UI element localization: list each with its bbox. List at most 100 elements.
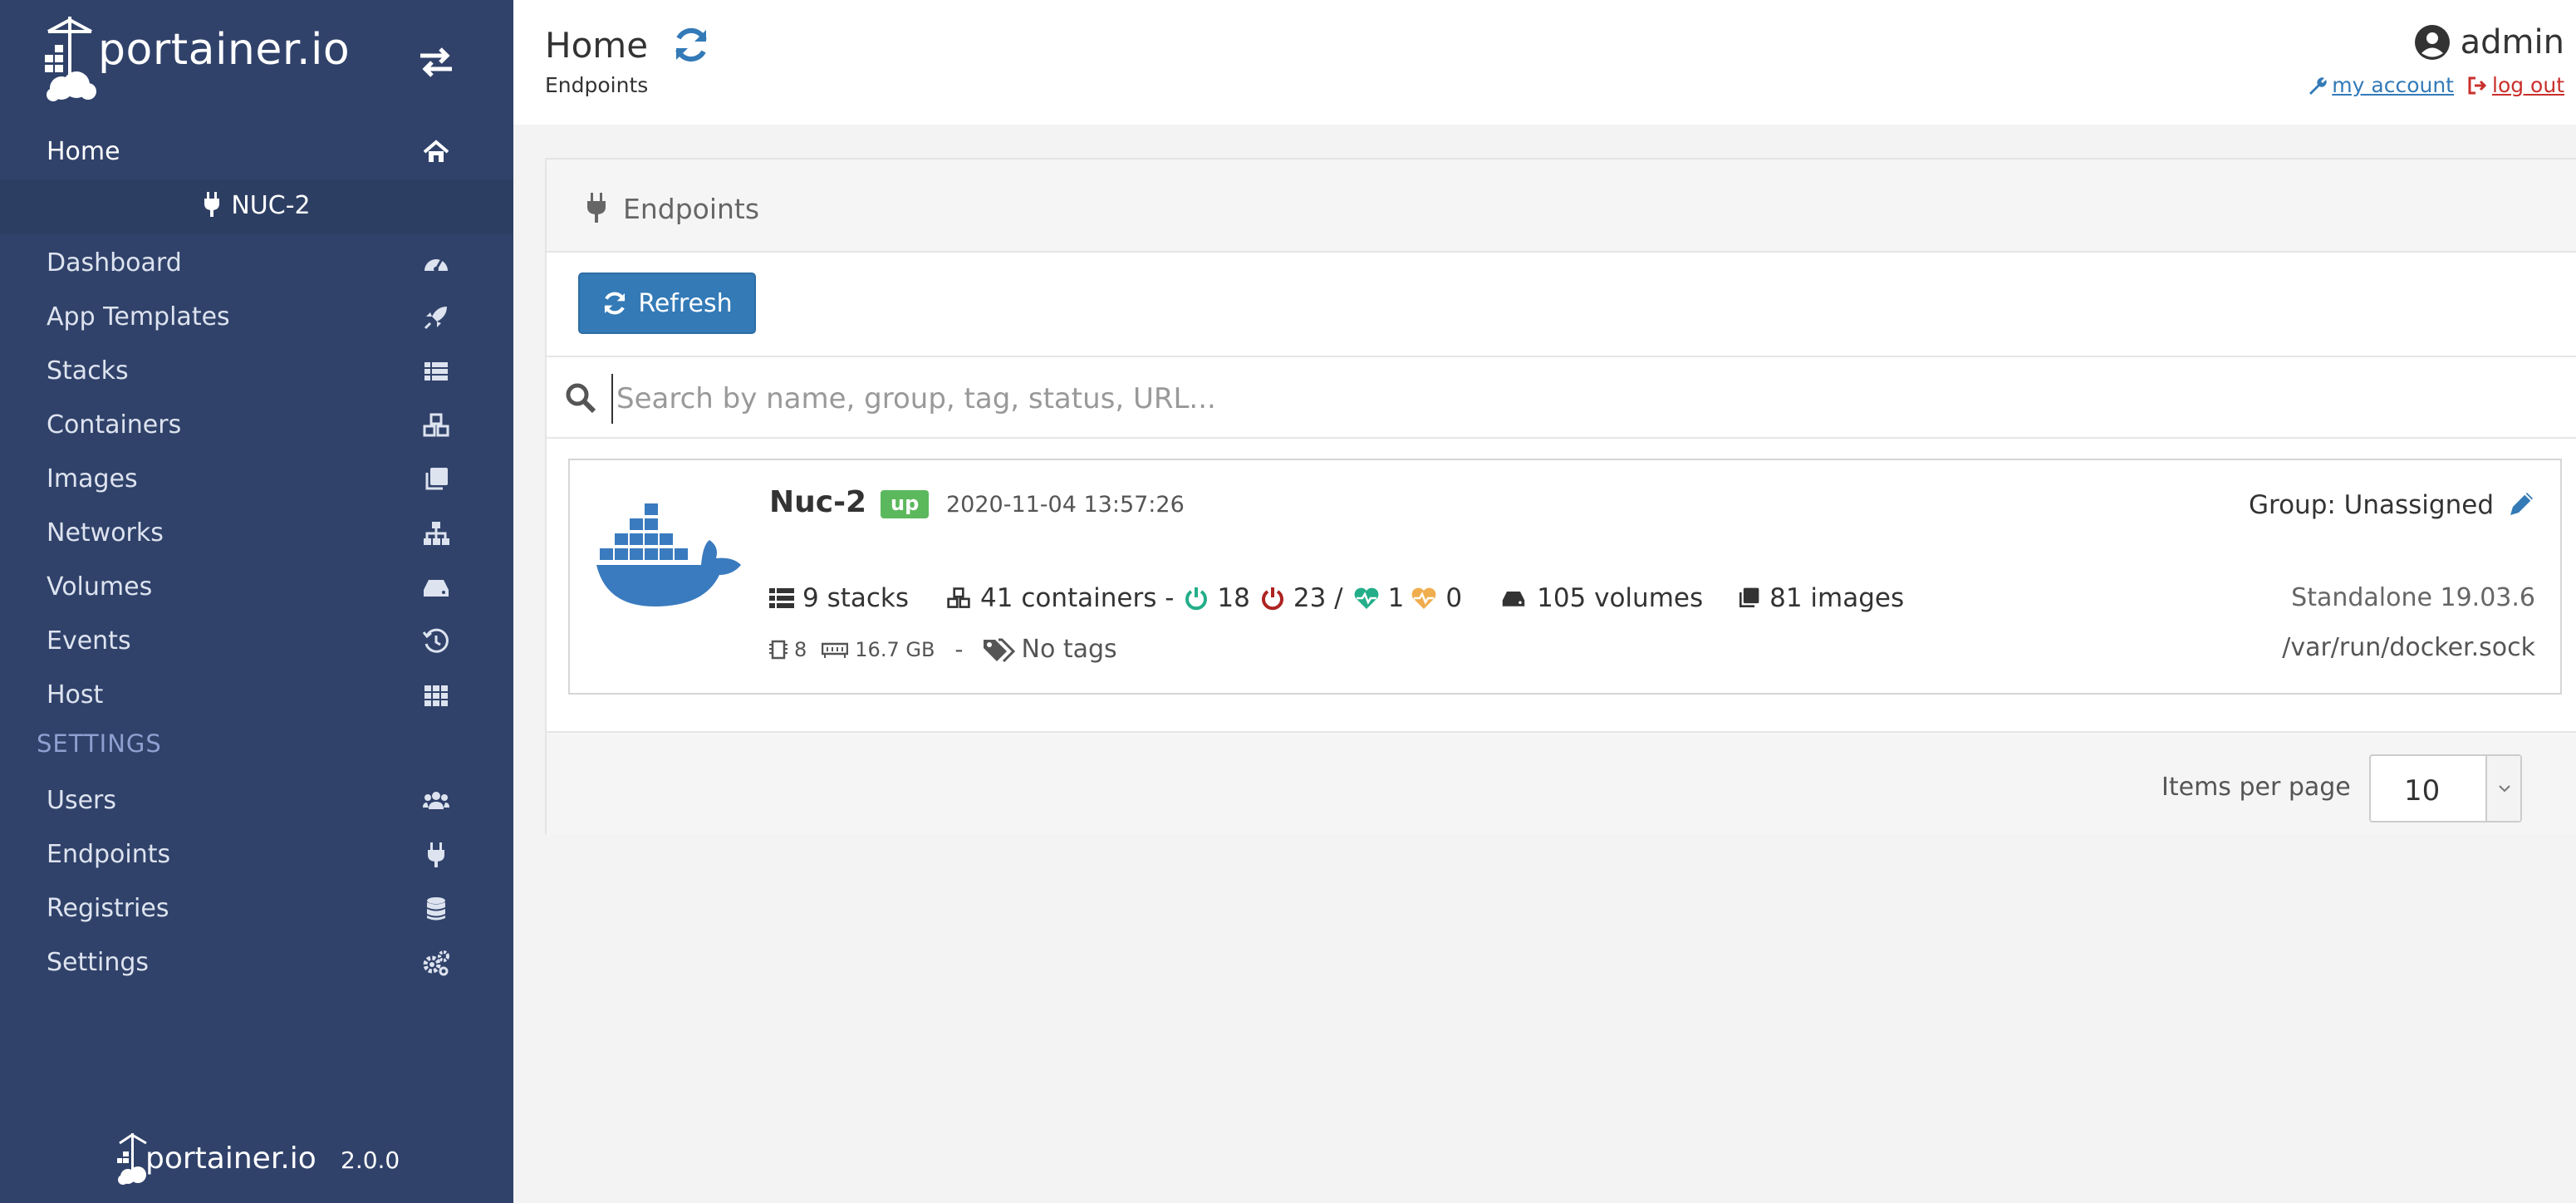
volumes-count: 105 volumes	[1537, 583, 1704, 613]
separator: -	[954, 636, 964, 663]
settings-section-title: SETTINGS	[37, 729, 162, 758]
username: admin	[2460, 23, 2564, 61]
clone-icon	[425, 468, 448, 490]
sidebar-item-stacks[interactable]: Stacks	[0, 344, 513, 397]
sidebar-item-settings[interactable]: Settings	[0, 935, 513, 989]
cpu-count: 8	[794, 637, 807, 661]
endpoint-type: Standalone 19.03.6	[2291, 583, 2535, 612]
sidebar-item-label: Events	[47, 626, 131, 656]
sidebar-item-users[interactable]: Users	[0, 773, 513, 827]
sidebar-item-label: Containers	[47, 410, 182, 439]
docker-whale-icon	[596, 503, 741, 606]
sitemap-icon	[424, 522, 449, 545]
sidebar-item-label: Registries	[47, 894, 169, 923]
hdd-icon	[1502, 592, 1525, 606]
logo-text[interactable]: portainer.io	[98, 25, 350, 75]
healthy-stat: 1	[1353, 583, 1405, 613]
endpoint-timestamp: 2020-11-04 13:57:26	[946, 492, 1185, 518]
log-out-label: log out	[2492, 73, 2564, 97]
search-bar	[547, 356, 2576, 439]
containers-count: 41 containers -	[980, 583, 1175, 613]
sidebar-item-volumes[interactable]: Volumes	[0, 560, 513, 613]
version-label: 2.0.0	[341, 1147, 400, 1174]
endpoint-resources: 8 16.7 GB - No tags	[769, 635, 1117, 664]
refresh-icon	[604, 292, 626, 315]
sidebar-item-label: Users	[47, 786, 117, 815]
cogs-icon	[423, 950, 449, 976]
sidebar-item-label: Host	[47, 680, 104, 710]
users-icon	[423, 792, 449, 809]
status-badge: up	[881, 490, 930, 518]
search-input[interactable]	[611, 374, 1941, 424]
logo-row: portainer.io	[0, 0, 513, 116]
my-account-link[interactable]: my account	[2307, 73, 2454, 97]
page-title: Home	[545, 25, 649, 66]
grid-icon	[424, 685, 448, 706]
account-links: my account log out	[2307, 73, 2564, 97]
sidebar-item-containers[interactable]: Containers	[0, 398, 513, 451]
sidebar-item-label: Endpoints	[47, 840, 171, 869]
stacks-stat: 9 stacks	[769, 583, 909, 613]
sidebar-item-dashboard[interactable]: Dashboard	[0, 236, 513, 289]
sidebar-item-registries[interactable]: Registries	[0, 881, 513, 935]
sidebar-item-label: Images	[47, 464, 138, 493]
sidebar: portainer.io Home NUC-2 Dashboard App Te…	[0, 0, 513, 1203]
endpoint-url: /var/run/docker.sock	[2282, 633, 2535, 662]
user-circle-icon	[2414, 25, 2450, 60]
hdd-icon	[424, 580, 449, 597]
power-stopped-icon	[1261, 587, 1283, 611]
sidebar-item-home[interactable]: Home	[0, 125, 513, 179]
breadcrumb: Endpoints	[545, 73, 649, 97]
footer-logo-text: portainer.io	[145, 1142, 316, 1176]
home-icon	[423, 140, 449, 162]
sidebar-item-networks[interactable]: Networks	[0, 506, 513, 559]
healthy-count: 1	[1387, 583, 1405, 613]
heartbeat-warning-icon	[1411, 587, 1436, 609]
clone-icon	[1739, 587, 1759, 608]
refresh-button-label: Refresh	[638, 288, 733, 318]
items-per-page-label: Items per page	[2161, 773, 2351, 802]
panel-title: Endpoints	[623, 193, 760, 225]
sidebar-item-app-templates[interactable]: App Templates	[0, 290, 513, 343]
sidebar-item-events[interactable]: Events	[0, 614, 513, 667]
header: Home Endpoints admin my account log out	[513, 0, 2576, 125]
endpoints-panel: Endpoints Refresh Nuc-2 up	[545, 158, 2576, 834]
plug-icon	[428, 842, 444, 867]
items-per-page-value: 10	[2404, 774, 2441, 808]
sidebar-item-host[interactable]: Host	[0, 668, 513, 721]
power-running-icon	[1185, 587, 1208, 611]
cubes-icon	[423, 413, 449, 437]
pencil-icon[interactable]	[2507, 489, 2537, 518]
sidebar-item-label: Dashboard	[47, 248, 182, 277]
exchange-icon[interactable]	[415, 42, 457, 83]
running-stat: 18	[1184, 583, 1250, 613]
volumes-stat: 105 volumes	[1499, 583, 1703, 613]
search-icon	[566, 383, 596, 414]
endpoint-card[interactable]: Nuc-2 up 2020-11-04 13:57:26 Group: Unas…	[568, 459, 2562, 695]
refresh-button[interactable]: Refresh	[578, 273, 756, 334]
stacks-count: 9 stacks	[802, 583, 910, 613]
dropdown-arrow[interactable]	[2485, 756, 2520, 821]
sidebar-item-label: Volumes	[47, 572, 153, 602]
sidebar-item-images[interactable]: Images	[0, 452, 513, 505]
sign-out-icon	[2468, 76, 2487, 94]
sidebar-footer: portainer.io 2.0.0	[0, 1130, 513, 1188]
plug-icon	[204, 192, 220, 217]
dashboard-icon	[424, 258, 448, 272]
chevron-down-icon	[2499, 785, 2510, 793]
list-icon	[424, 362, 448, 381]
sidebar-item-endpoints[interactable]: Endpoints	[0, 827, 513, 881]
images-stat: 81 images	[1736, 583, 1904, 613]
unhealthy-count: 0	[1445, 583, 1463, 613]
items-per-page-select[interactable]: 10	[2369, 754, 2522, 822]
heartbeat-icon	[1354, 587, 1379, 609]
environment-name: NUC-2	[231, 191, 311, 220]
history-icon	[422, 628, 449, 653]
wrench-icon	[2309, 76, 2327, 95]
tags-label: No tags	[1021, 635, 1117, 664]
log-out-link[interactable]: log out	[2467, 73, 2564, 97]
endpoint-group: Group: Unassigned	[2249, 490, 2494, 520]
panel-footer: Items per page 10	[547, 731, 2576, 834]
refresh-icon[interactable]	[671, 25, 711, 65]
sidebar-item-label: Networks	[47, 518, 164, 547]
